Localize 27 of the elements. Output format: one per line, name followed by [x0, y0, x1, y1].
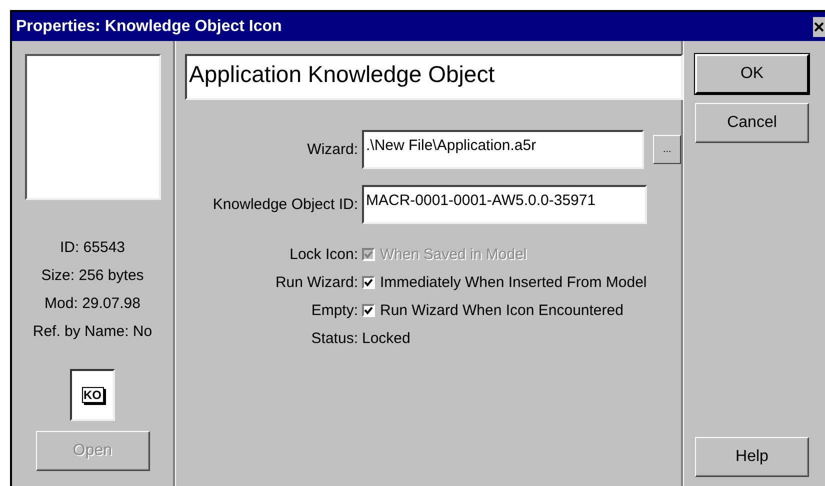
field-label: Knowledge Object ID: [212, 196, 359, 213]
status-value: Locked [362, 330, 410, 346]
window-title: Properties: Knowledge Object Icon [16, 18, 282, 36]
status-label: Status: [310, 330, 359, 346]
info-text: Mod: 29.07.98 [44, 294, 140, 314]
wizard-field[interactable]: .\New File\Application.a5r [362, 130, 644, 169]
close-icon [814, 20, 825, 32]
browse-button[interactable]: ... [653, 135, 681, 164]
checkbox[interactable] [362, 304, 375, 316]
option-text: When Saved in Model [380, 246, 527, 262]
option-label: Run Wizard: [274, 274, 359, 290]
info-text: ID: 65543 [60, 238, 126, 258]
dialog-button[interactable]: Cancel [695, 103, 809, 143]
name-field[interactable]: Application Knowledge Object [185, 54, 683, 100]
option-label: Lock Icon: [288, 246, 359, 262]
icon-badge: KO [82, 387, 104, 403]
option-text: Run Wizard When Icon Encountered [380, 302, 624, 318]
close-button[interactable] [813, 16, 825, 36]
dialog-button[interactable]: OK [695, 54, 809, 94]
help-button[interactable]: Help [695, 437, 809, 477]
info-text: Size: 256 bytes [41, 266, 144, 286]
info-text: Ref. by Name: No [32, 322, 152, 342]
option-label: Empty: [310, 302, 359, 318]
option-text: Immediately When Inserted From Model [380, 274, 647, 290]
checkbox[interactable] [362, 276, 375, 288]
object-id-field[interactable]: MACR-0001-0001-AW5.0.0-35971 [362, 185, 647, 224]
field-label: Wizard: [306, 141, 359, 158]
